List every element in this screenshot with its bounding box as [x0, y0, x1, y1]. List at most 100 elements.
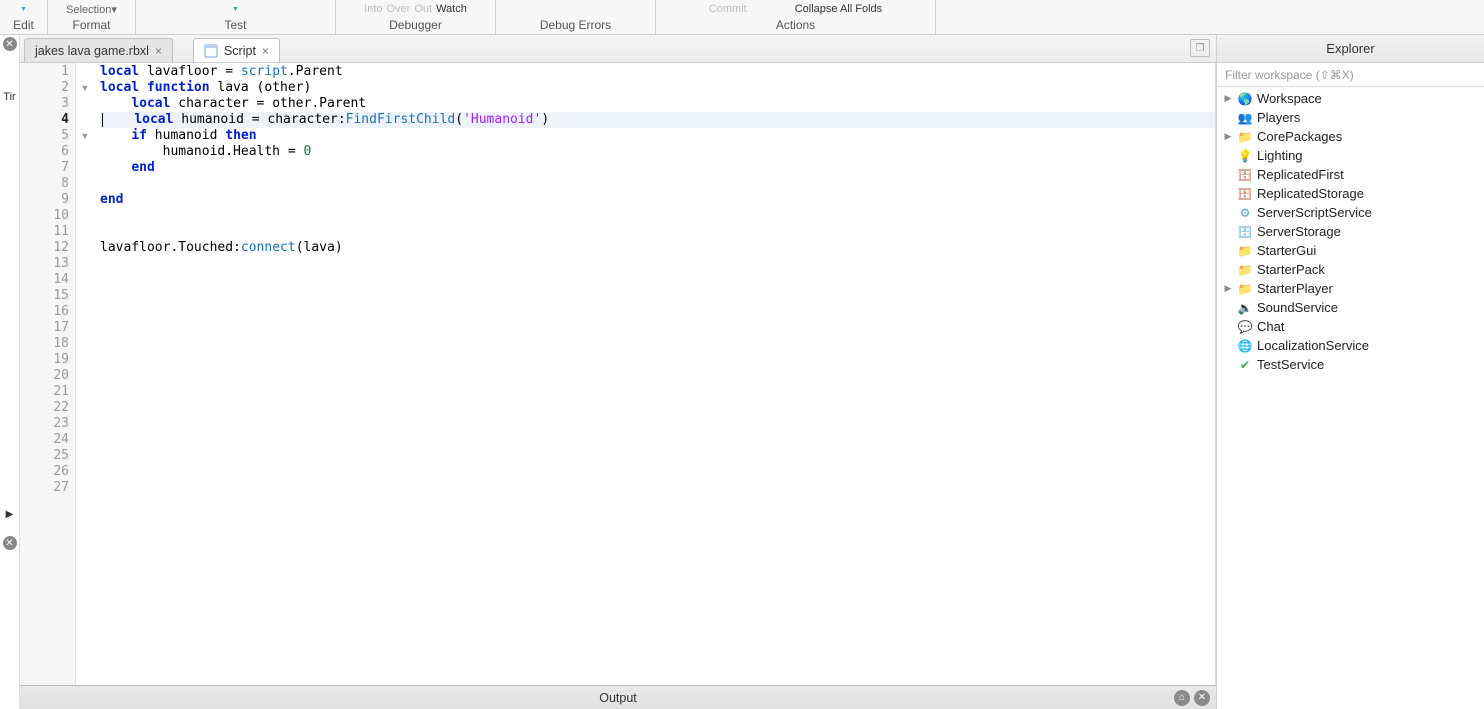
explorer-node-soundservice[interactable]: 🔈SoundService	[1217, 298, 1484, 317]
fold-toggle-icon[interactable]: ▼	[76, 128, 94, 144]
code-line[interactable]	[100, 384, 1215, 400]
script-icon	[204, 44, 218, 58]
code-line[interactable]: local humanoid = character:FindFirstChil…	[100, 112, 1215, 128]
explorer-node-workspace[interactable]: ▶🌎Workspace	[1217, 89, 1484, 108]
code-line[interactable]	[100, 320, 1215, 336]
starterplayer-icon: 📁	[1237, 281, 1253, 297]
expand-rail-icon[interactable]: ▶	[6, 509, 14, 520]
toolbar-group-edit[interactable]: ▼ Edit	[0, 0, 48, 34]
code-line[interactable]	[100, 432, 1215, 448]
code-line[interactable]	[100, 336, 1215, 352]
explorer-filter[interactable]	[1217, 63, 1484, 87]
toolbar-label-edit: Edit	[13, 18, 34, 32]
expand-arrow-icon[interactable]: ▶	[1223, 131, 1233, 142]
expand-arrow-icon[interactable]: ▶	[1223, 283, 1233, 294]
editor-tab-bar: jakes lava game.rbxl × Script × ❐	[20, 35, 1216, 63]
explorer-node-replicatedstorage[interactable]: 🗄ReplicatedStorage	[1217, 184, 1484, 203]
editor-area: jakes lava game.rbxl × Script × ❐ 123456…	[20, 35, 1216, 709]
line-number: 27	[20, 480, 69, 496]
code-line[interactable]	[100, 256, 1215, 272]
code-line[interactable]: local character = other.Parent	[100, 96, 1215, 112]
code-line[interactable]	[100, 416, 1215, 432]
explorer-node-label: Lighting	[1257, 148, 1303, 163]
code-line[interactable]	[100, 464, 1215, 480]
close-panel-icon[interactable]: ✕	[3, 536, 17, 550]
code-editor[interactable]: 1234567891011121314151617181920212223242…	[20, 63, 1216, 685]
explorer-node-label: Chat	[1257, 319, 1284, 334]
explorer-node-replicatedfirst[interactable]: 🗄ReplicatedFirst	[1217, 165, 1484, 184]
close-icon[interactable]: ×	[262, 44, 269, 58]
explorer-node-lighting[interactable]: 💡 Lighting	[1217, 146, 1484, 165]
code-line[interactable]	[100, 352, 1215, 368]
line-number: 21	[20, 384, 69, 400]
tab-game-file[interactable]: jakes lava game.rbxl ×	[24, 38, 173, 62]
line-number: 17	[20, 320, 69, 336]
commit-button[interactable]: Commit	[709, 3, 747, 15]
explorer-node-serverstorage[interactable]: 🗄ServerStorage	[1217, 222, 1484, 241]
toolbar-group-test[interactable]: ▼ Test	[136, 0, 336, 34]
line-number: 4	[20, 112, 69, 128]
line-number: 2	[20, 80, 69, 96]
explorer-node-players[interactable]: 👥Players	[1217, 108, 1484, 127]
explorer-node-chat[interactable]: 💬Chat	[1217, 317, 1484, 336]
explorer-node-starterpack[interactable]: 📁StarterPack	[1217, 260, 1484, 279]
fold-toggle-icon[interactable]: ▼	[76, 80, 94, 96]
code-line[interactable]: humanoid.Health = 0	[100, 144, 1215, 160]
code-line[interactable]	[100, 400, 1215, 416]
close-output-icon[interactable]: ✕	[1194, 690, 1210, 706]
step-out-button[interactable]: Out	[414, 3, 432, 15]
code-line[interactable]: local function lava (other)	[100, 80, 1215, 96]
output-panel-header[interactable]: Output ⌂ ✕	[20, 685, 1216, 709]
code-line[interactable]: local lavafloor = script.Parent	[100, 64, 1215, 80]
code-line[interactable]	[100, 224, 1215, 240]
code-line[interactable]	[100, 288, 1215, 304]
toolbar-group-format[interactable]: Selection▾ Format	[48, 0, 136, 34]
step-into-button[interactable]: Into	[364, 3, 382, 15]
collapse-all-folds-button[interactable]: Collapse All Folds	[795, 3, 882, 15]
code-line[interactable]	[100, 176, 1215, 192]
soundservice-icon: 🔈	[1237, 300, 1253, 316]
toolbar-group-debugger[interactable]: Into Over Out Watch Debugger	[336, 0, 496, 34]
line-number: 25	[20, 448, 69, 464]
code-line[interactable]: end	[100, 192, 1215, 208]
watch-button[interactable]: Watch	[436, 3, 467, 15]
explorer-node-startergui[interactable]: 📁StarterGui	[1217, 241, 1484, 260]
dropdown-icon[interactable]: ▼	[232, 6, 239, 13]
code-line[interactable]: if humanoid then	[100, 128, 1215, 144]
ribbon-toolbar: ▼ Edit Selection▾ Format ▼ Test Into Ove…	[0, 0, 1484, 35]
fold-column[interactable]: ▼▼	[76, 63, 94, 685]
selection-dropdown[interactable]: Selection▾	[66, 3, 117, 16]
line-number: 26	[20, 464, 69, 480]
explorer-tree[interactable]: ▶🌎Workspace👥Players▶📁CorePackages 💡 Lighti…	[1217, 87, 1484, 709]
tab-script[interactable]: Script ×	[193, 38, 280, 62]
code-line[interactable]	[100, 448, 1215, 464]
close-panel-icon[interactable]: ✕	[3, 37, 17, 51]
filter-workspace-input[interactable]	[1217, 63, 1484, 86]
code-line[interactable]	[100, 208, 1215, 224]
code-line[interactable]	[100, 272, 1215, 288]
line-number: 7	[20, 160, 69, 176]
code-line[interactable]	[100, 368, 1215, 384]
toolbar-group-actions[interactable]: Commit Collapse All Folds Actions	[656, 0, 936, 34]
step-over-button[interactable]: Over	[387, 3, 411, 15]
code-line[interactable]: lavafloor.Touched:connect(lava)	[100, 240, 1215, 256]
expand-arrow-icon[interactable]: ▶	[1223, 93, 1233, 104]
code-line[interactable]	[100, 480, 1215, 496]
explorer-node-starterplayer[interactable]: ▶📁StarterPlayer	[1217, 279, 1484, 298]
detach-output-icon[interactable]: ⌂	[1174, 690, 1190, 706]
detach-tab-icon[interactable]: ❐	[1190, 39, 1210, 57]
explorer-node-serverscriptservice[interactable]: ⚙ServerScriptService	[1217, 203, 1484, 222]
explorer-node-localizationservice[interactable]: 🌐LocalizationService	[1217, 336, 1484, 355]
explorer-node-testservice[interactable]: ✔TestService	[1217, 355, 1484, 374]
lighting-icon: 💡	[1237, 148, 1253, 164]
line-number: 18	[20, 336, 69, 352]
explorer-node-label: StarterPack	[1257, 262, 1325, 277]
close-icon[interactable]: ×	[155, 44, 162, 58]
toolbar-group-debug-errors[interactable]: Debug Errors	[496, 0, 656, 34]
code-line[interactable]: end	[100, 160, 1215, 176]
code-content[interactable]: local lavafloor = script.Parentlocal fun…	[94, 63, 1215, 685]
explorer-node-corepackages[interactable]: ▶📁CorePackages	[1217, 127, 1484, 146]
explorer-node-label: LocalizationService	[1257, 338, 1369, 353]
dropdown-icon[interactable]: ▼	[20, 6, 27, 13]
code-line[interactable]	[100, 304, 1215, 320]
